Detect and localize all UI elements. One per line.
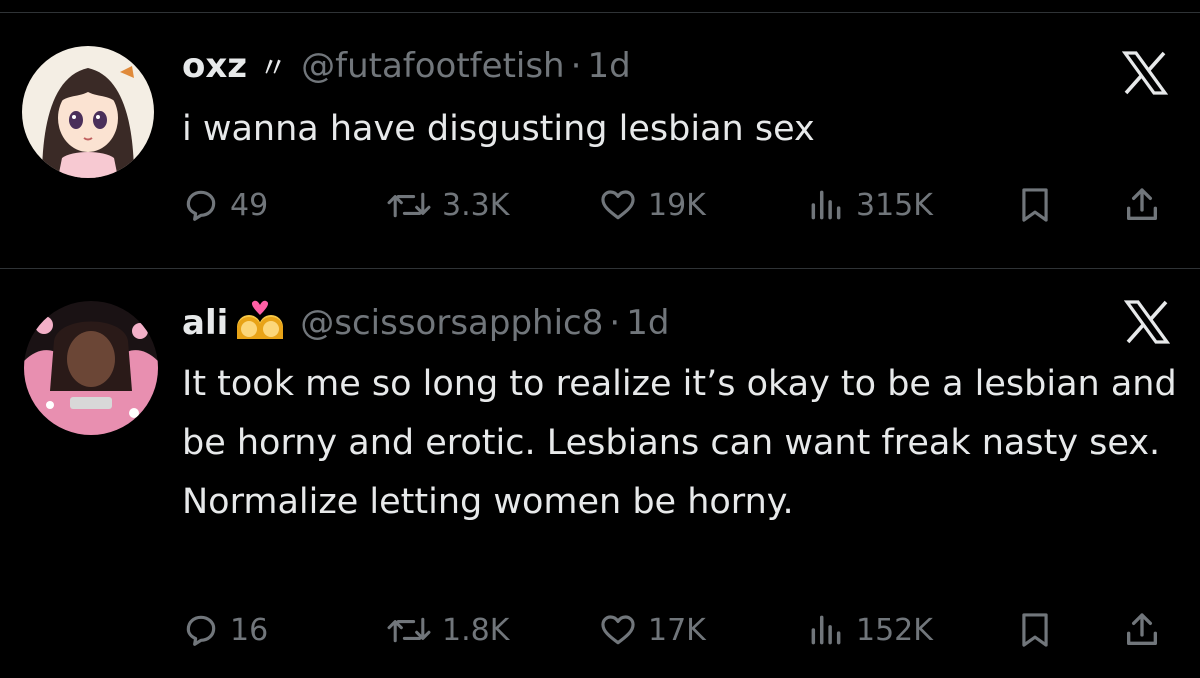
bookmark-icon [1018, 611, 1052, 649]
views-button[interactable]: 315K [806, 180, 933, 230]
like-button[interactable]: 19K [598, 180, 706, 230]
repost-count: 1.8K [442, 612, 510, 648]
name-suffix: 〃 [259, 51, 288, 84]
like-count: 19K [648, 187, 706, 223]
tweet-text: It took me so long to realize it’s okay … [182, 364, 1177, 522]
share-icon [1122, 610, 1162, 650]
share-button[interactable] [1122, 180, 1162, 230]
tweet-header: oxz 〃 @futafootfetish · 1d [182, 44, 631, 88]
reply-count: 49 [230, 187, 269, 223]
timestamp[interactable]: 1d [626, 303, 669, 343]
separator-dot: · [570, 46, 582, 86]
views-icon [806, 611, 846, 649]
separator-dot: · [609, 303, 621, 343]
repost-count: 3.3K [442, 187, 510, 223]
tweet[interactable]: ali @scissorsapphic8 · 1d It took me so … [0, 269, 1200, 678]
reply-icon [182, 186, 220, 224]
action-bar: 49 3.3K 19K 315K [0, 180, 1200, 230]
tweet[interactable]: oxz 〃 @futafootfetish · 1d i wanna have … [0, 0, 1200, 268]
views-icon [806, 186, 846, 224]
like-button[interactable]: 17K [598, 605, 706, 655]
tweet-header: ali @scissorsapphic8 · 1d [182, 299, 669, 347]
handle[interactable]: @scissorsapphic8 [300, 303, 603, 343]
repost-icon [386, 186, 432, 224]
views-button[interactable]: 152K [806, 605, 933, 655]
tweet-text: i wanna have disgusting lesbian sex [182, 109, 815, 149]
reply-button[interactable]: 16 [182, 605, 268, 655]
bookmark-button[interactable] [1018, 605, 1052, 655]
repost-button[interactable]: 1.8K [386, 605, 509, 655]
avatar[interactable] [24, 301, 158, 435]
heart-icon [598, 611, 638, 649]
display-name[interactable]: oxz [182, 46, 247, 86]
reply-icon [182, 611, 220, 649]
bookmark-button[interactable] [1018, 180, 1052, 230]
bookmark-icon [1018, 186, 1052, 224]
x-logo-icon [1123, 299, 1171, 345]
like-count: 17K [648, 612, 706, 648]
heart-icon [598, 186, 638, 224]
timestamp[interactable]: 1d [587, 46, 630, 86]
repost-button[interactable]: 3.3K [386, 180, 509, 230]
handle[interactable]: @futafootfetish [301, 46, 565, 86]
reply-count: 16 [230, 612, 269, 648]
avatar[interactable] [22, 46, 154, 178]
reply-button[interactable]: 49 [182, 180, 268, 230]
view-count: 315K [856, 187, 933, 223]
repost-icon [386, 611, 432, 649]
display-name[interactable]: ali [182, 303, 228, 343]
share-icon [1122, 185, 1162, 225]
action-bar: 16 1.8K 17K 152K [0, 605, 1200, 655]
couple-with-heart-icon [234, 299, 286, 347]
x-logo-icon [1121, 50, 1169, 96]
view-count: 152K [856, 612, 933, 648]
share-button[interactable] [1122, 605, 1162, 655]
